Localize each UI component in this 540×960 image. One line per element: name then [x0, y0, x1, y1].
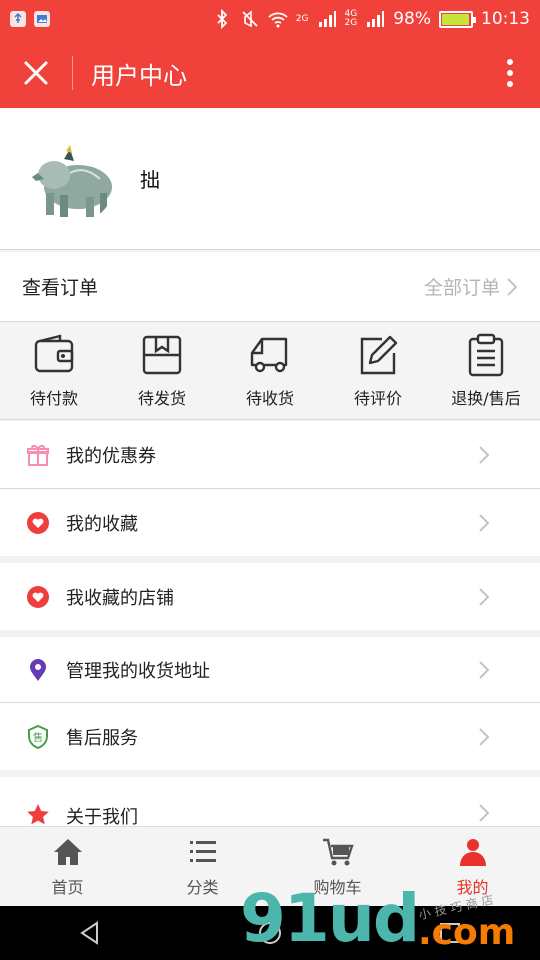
profile-section[interactable]: 拙: [0, 108, 540, 250]
user-icon: [459, 838, 486, 866]
recents-icon[interactable]: [437, 920, 463, 946]
order-status-label: 退换/售后: [451, 388, 521, 408]
chevron-right-icon: [479, 587, 490, 606]
wifi-icon: [268, 12, 288, 28]
mute-icon: [242, 10, 258, 28]
order-status-label: 待收货: [245, 388, 294, 408]
order-status-label: 待发货: [137, 388, 186, 408]
tab-label: 购物车: [313, 877, 362, 897]
menu-item-favorites[interactable]: 我的收藏: [0, 489, 540, 556]
list-icon: [189, 840, 216, 862]
shield-icon: 售: [26, 724, 50, 749]
system-nav-bar: [0, 906, 540, 960]
chevron-right-icon: [479, 660, 490, 679]
more-vertical-icon: [507, 59, 513, 87]
status-bar: 2G 4G 2G 98% 10:13: [0, 0, 540, 38]
gift-icon: [26, 443, 50, 467]
menu-item-label: 我的优惠券: [66, 445, 156, 467]
username: 拙: [140, 168, 160, 192]
close-icon: [24, 61, 48, 85]
menu-item-about-us[interactable]: 关于我们: [0, 777, 540, 828]
title-divider: [72, 56, 73, 90]
battery-icon: [439, 10, 476, 28]
menu-item-after-sales[interactable]: 售 售后服务: [0, 703, 540, 770]
heart-icon: [26, 585, 50, 609]
usb-icon: [10, 11, 26, 27]
back-icon[interactable]: [77, 920, 103, 946]
cart-icon: [322, 838, 354, 865]
menu-item-label: 管理我的收货地址: [66, 660, 210, 682]
bottom-tab-bar: 首页 分类 购物车 我的: [0, 826, 540, 906]
home-icon: [53, 838, 82, 865]
truck-icon: [250, 337, 288, 372]
menu-item-label: 售后服务: [66, 727, 138, 749]
orders-header: 查看订单 全部订单: [0, 252, 540, 322]
star-icon: [26, 803, 50, 827]
close-button[interactable]: [0, 38, 72, 108]
menu-item-label: 我的收藏: [66, 513, 138, 535]
page-title: 用户中心: [91, 61, 187, 90]
home-circle-icon[interactable]: [257, 920, 283, 946]
all-orders-label: 全部订单: [423, 277, 500, 299]
chevron-right-icon: [479, 804, 490, 822]
clock: 10:13: [481, 9, 530, 29]
order-status-to-ship[interactable]: 待发货: [108, 322, 216, 419]
tab-home[interactable]: 首页: [0, 827, 135, 906]
edit-icon: [360, 335, 398, 374]
battery-percent: 98%: [393, 9, 431, 29]
tab-label: 分类: [186, 877, 219, 897]
orders-title: 查看订单: [22, 277, 99, 299]
signal-2g-label: 2G: [295, 13, 309, 24]
clipboard-icon: [468, 333, 504, 376]
box-icon: [142, 335, 182, 374]
order-status-row: 待付款 待发货 待收货 待评价 退换/售后: [0, 322, 540, 420]
order-status-label: 待评价: [353, 388, 402, 408]
chevron-right-icon: [507, 277, 518, 296]
chevron-right-icon: [479, 445, 490, 464]
location-pin-icon: [26, 658, 50, 682]
tab-mine[interactable]: 我的: [405, 827, 540, 906]
svg-text:售: 售: [33, 731, 43, 744]
order-status-label: 待付款: [29, 388, 78, 408]
signal-icon-2: [367, 11, 385, 27]
order-status-after-sale[interactable]: 退换/售后: [432, 322, 540, 419]
bear-avatar-image: [24, 132, 116, 225]
chevron-right-icon: [479, 727, 490, 746]
wallet-icon: [34, 333, 74, 372]
network-type: 4G 2G: [344, 9, 358, 28]
menu-item-label: 我收藏的店铺: [66, 587, 174, 609]
tab-label: 我的: [456, 877, 489, 897]
bluetooth-icon: [217, 9, 228, 29]
more-options-button[interactable]: [480, 38, 540, 108]
tab-label: 首页: [51, 877, 84, 897]
order-status-to-review[interactable]: 待评价: [324, 322, 432, 419]
menu-item-favorite-stores[interactable]: 我收藏的店铺: [0, 563, 540, 630]
chevron-right-icon: [479, 513, 490, 532]
all-orders-link[interactable]: 全部订单: [424, 273, 518, 300]
order-status-pending-payment[interactable]: 待付款: [0, 322, 108, 419]
signal-icon: [318, 11, 336, 27]
heart-icon: [26, 511, 50, 535]
menu-item-coupons[interactable]: 我的优惠券: [0, 421, 540, 488]
image-icon: [34, 11, 50, 27]
tab-category[interactable]: 分类: [135, 827, 270, 906]
tab-cart[interactable]: 购物车: [270, 827, 405, 906]
order-status-to-receive[interactable]: 待收货: [216, 322, 324, 419]
title-bar: 用户中心: [0, 38, 540, 108]
menu-item-addresses[interactable]: 管理我的收货地址: [0, 637, 540, 702]
avatar[interactable]: [24, 132, 116, 225]
